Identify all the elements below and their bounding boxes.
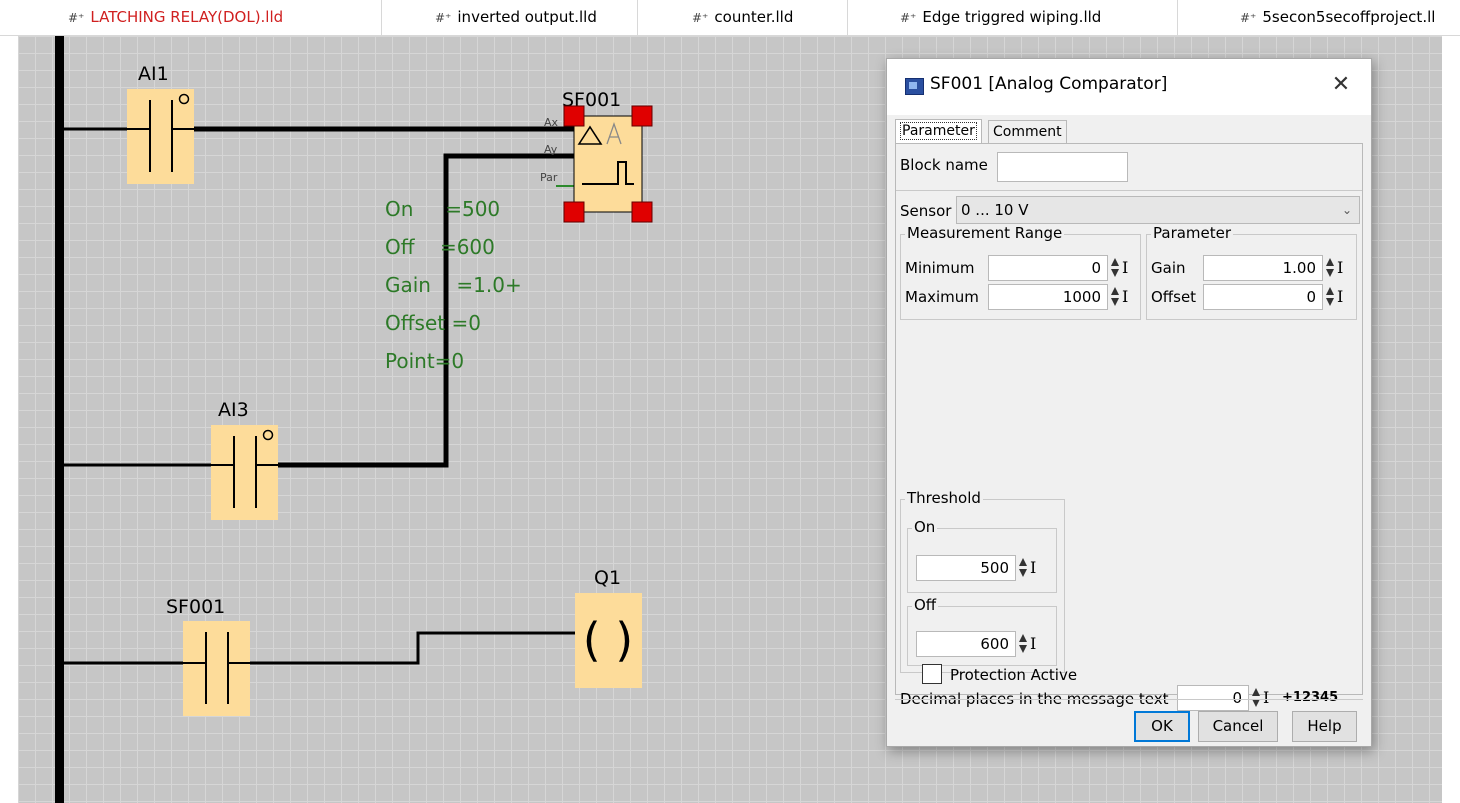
selection-handle[interactable] bbox=[631, 105, 653, 127]
threshold-off-label: Off bbox=[912, 596, 939, 614]
contact-ai3[interactable]: AI3 bbox=[211, 399, 278, 520]
sensor-select[interactable]: 0 ... 10 V ⌄ bbox=[956, 196, 1360, 224]
close-icon[interactable]: ✕ bbox=[1324, 69, 1358, 101]
tab-comment[interactable]: Comment bbox=[988, 120, 1067, 143]
offset-spinner-icon[interactable] bbox=[1325, 284, 1335, 310]
ok-button[interactable]: OK bbox=[1134, 711, 1190, 742]
contact-sf001[interactable]: SF001 bbox=[166, 596, 250, 716]
param-on: On =500 bbox=[385, 197, 500, 221]
contact-body bbox=[183, 621, 250, 716]
param-offset: Offset =0 bbox=[385, 311, 481, 335]
measurement-range-title: Measurement Range bbox=[905, 224, 1065, 242]
threshold-on-label: On bbox=[912, 518, 938, 536]
contact-ai1[interactable]: AI1 bbox=[127, 63, 194, 184]
measurement-range-group: Measurement Range Minimum 0 I Maximum 10… bbox=[900, 224, 1141, 320]
coil-label: Q1 bbox=[594, 567, 621, 589]
pin-label-ax: Ax bbox=[544, 116, 559, 129]
threshold-off-spinner-icon[interactable] bbox=[1018, 631, 1028, 657]
contact-label: AI1 bbox=[138, 63, 169, 85]
decimal-places-input[interactable]: 0 bbox=[1177, 685, 1249, 711]
gain-text-cursor-icon[interactable]: I bbox=[1337, 255, 1343, 281]
dialog-divider bbox=[895, 699, 1363, 700]
tab-parameter[interactable]: Parameter bbox=[895, 119, 982, 144]
offset-label: Offset bbox=[1151, 288, 1197, 306]
maximum-label: Maximum bbox=[905, 288, 979, 306]
parameter-title: Parameter bbox=[1151, 224, 1234, 242]
pin-label-ay: Ay bbox=[544, 143, 558, 156]
tab-parameter-label: Parameter bbox=[900, 122, 977, 140]
decimal-places-text-cursor-icon[interactable]: I bbox=[1263, 685, 1269, 711]
maximum-spinner-icon[interactable] bbox=[1110, 284, 1120, 310]
contact-label: AI3 bbox=[218, 399, 249, 421]
threshold-group: Threshold On 500 I Off 600 I bbox=[900, 489, 1065, 673]
param-gain: Gain =1.0+ bbox=[385, 273, 522, 297]
param-off: Off =600 bbox=[385, 235, 495, 259]
analog-comparator-dialog: SF001 [Analog Comparator] ✕ Parameter Co… bbox=[886, 58, 1372, 747]
threshold-on-spinner-icon[interactable] bbox=[1018, 555, 1028, 581]
threshold-on-text-cursor-icon[interactable]: I bbox=[1030, 555, 1036, 581]
block-name-row: Block name bbox=[896, 144, 1362, 191]
cancel-button[interactable]: Cancel bbox=[1198, 711, 1278, 742]
selection-handle[interactable] bbox=[631, 201, 653, 223]
sensor-label: Sensor bbox=[900, 202, 952, 220]
coil-q1[interactable]: ( ) Q1 bbox=[575, 567, 642, 688]
parameter-panel: Block name Sensor 0 ... 10 V ⌄ Measureme… bbox=[895, 143, 1363, 711]
wire-sf001-q1 bbox=[250, 631, 575, 665]
dialog-title-bar[interactable]: SF001 [Analog Comparator] ✕ bbox=[887, 59, 1371, 115]
tab-comment-label: Comment bbox=[993, 124, 1062, 140]
power-rail bbox=[55, 36, 64, 803]
dialog-title: SF001 [Analog Comparator] bbox=[930, 74, 1168, 94]
block-name-label: Block name bbox=[900, 156, 988, 174]
threshold-off-group: Off 600 I bbox=[907, 596, 1057, 666]
offset-input[interactable]: 0 bbox=[1203, 284, 1323, 310]
protection-active-label: Protection Active bbox=[950, 666, 1078, 684]
param-point: Point=0 bbox=[385, 349, 464, 373]
minimum-label: Minimum bbox=[905, 259, 975, 277]
contact-label: SF001 bbox=[166, 596, 225, 618]
application-icon bbox=[905, 78, 924, 95]
chevron-down-icon: ⌄ bbox=[1341, 203, 1352, 217]
threshold-off-text-cursor-icon[interactable]: I bbox=[1030, 631, 1036, 657]
threshold-off-input[interactable]: 600 bbox=[916, 631, 1016, 657]
block-parameter-annotation: On =500 Off =600 Gain =1.0+ Offset =0 Po… bbox=[385, 197, 522, 373]
threshold-on-input[interactable]: 500 bbox=[916, 555, 1016, 581]
parameter-group: Parameter Gain 1.00 I Offset 0 I bbox=[1146, 224, 1357, 320]
maximum-input[interactable]: 1000 bbox=[988, 284, 1108, 310]
coil-symbol: ( ) bbox=[583, 613, 634, 667]
block-body bbox=[573, 115, 643, 213]
negation-circle-icon bbox=[262, 429, 274, 441]
negation-circle-icon bbox=[178, 93, 190, 105]
selection-handle[interactable] bbox=[563, 105, 585, 127]
minimum-text-cursor-icon[interactable]: I bbox=[1122, 255, 1128, 281]
sensor-value: 0 ... 10 V bbox=[961, 201, 1029, 219]
analog-comparator-block-sf001[interactable]: SF001 Ax Ay Par bbox=[540, 89, 653, 223]
protection-active-checkbox[interactable] bbox=[922, 664, 942, 684]
minimum-spinner-icon[interactable] bbox=[1110, 255, 1120, 281]
pin-label-par: Par bbox=[540, 171, 558, 184]
selection-handle[interactable] bbox=[563, 201, 585, 223]
decimal-preview-text: +12345 bbox=[1282, 690, 1339, 705]
help-button[interactable]: Help bbox=[1292, 711, 1357, 742]
threshold-on-group: On 500 I bbox=[907, 518, 1057, 593]
minimum-input[interactable]: 0 bbox=[988, 255, 1108, 281]
block-name-input[interactable] bbox=[997, 152, 1128, 182]
gain-spinner-icon[interactable] bbox=[1325, 255, 1335, 281]
maximum-text-cursor-icon[interactable]: I bbox=[1122, 284, 1128, 310]
decimal-places-spinner-icon[interactable] bbox=[1251, 685, 1261, 711]
threshold-title: Threshold bbox=[905, 489, 983, 507]
offset-text-cursor-icon[interactable]: I bbox=[1337, 284, 1343, 310]
gain-input[interactable]: 1.00 bbox=[1203, 255, 1323, 281]
gain-label: Gain bbox=[1151, 259, 1186, 277]
